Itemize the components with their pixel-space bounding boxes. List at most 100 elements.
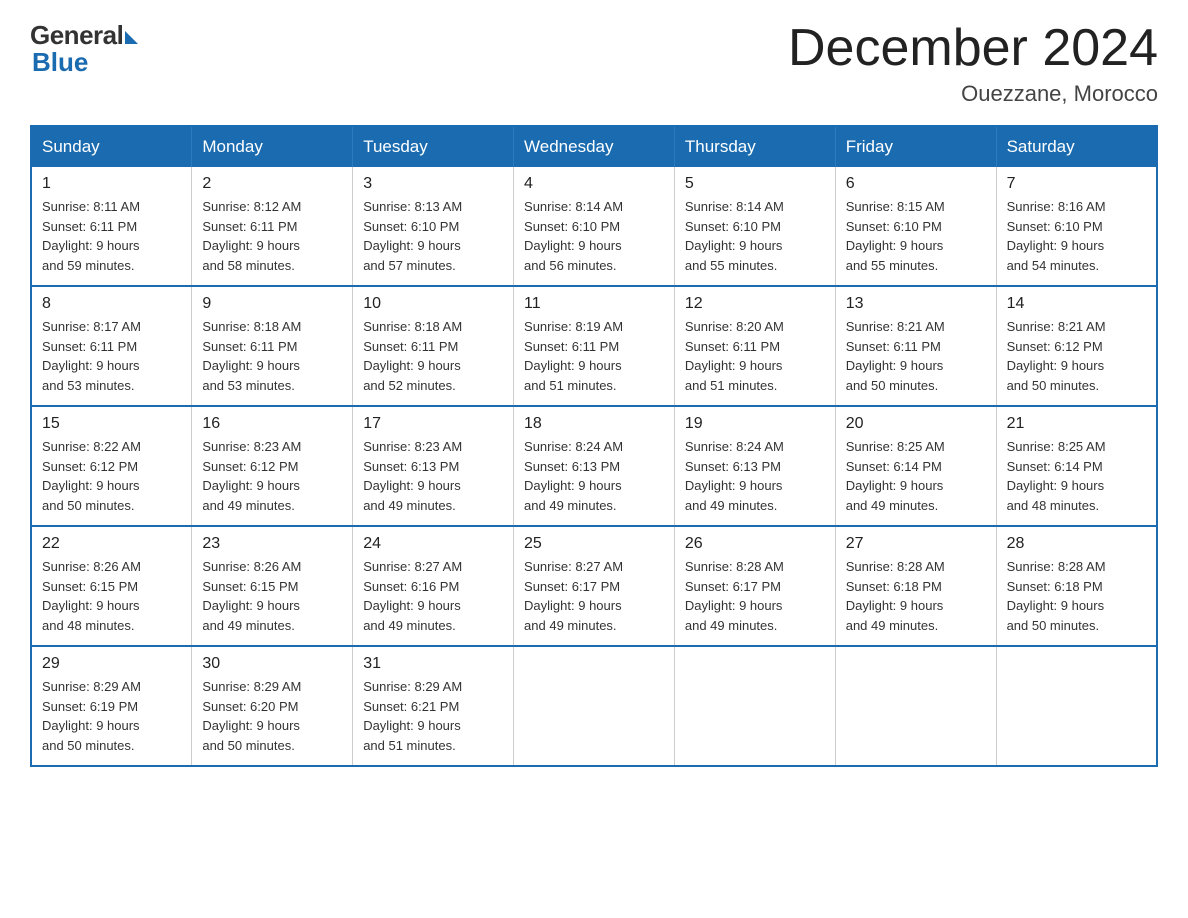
day-number: 14 [1007, 295, 1146, 313]
day-number: 4 [524, 175, 664, 193]
day-info: Sunrise: 8:24 AM Sunset: 6:13 PM Dayligh… [685, 437, 825, 515]
day-number: 18 [524, 415, 664, 433]
table-row: 13 Sunrise: 8:21 AM Sunset: 6:11 PM Dayl… [835, 286, 996, 406]
header-monday: Monday [192, 126, 353, 167]
header-tuesday: Tuesday [353, 126, 514, 167]
day-info: Sunrise: 8:18 AM Sunset: 6:11 PM Dayligh… [202, 317, 342, 395]
title-area: December 2024 Ouezzane, Morocco [788, 20, 1158, 107]
calendar-week-row: 29 Sunrise: 8:29 AM Sunset: 6:19 PM Dayl… [31, 646, 1157, 766]
day-info: Sunrise: 8:11 AM Sunset: 6:11 PM Dayligh… [42, 197, 181, 275]
table-row: 9 Sunrise: 8:18 AM Sunset: 6:11 PM Dayli… [192, 286, 353, 406]
day-number: 31 [363, 655, 503, 673]
day-number: 1 [42, 175, 181, 193]
day-info: Sunrise: 8:12 AM Sunset: 6:11 PM Dayligh… [202, 197, 342, 275]
day-number: 2 [202, 175, 342, 193]
day-number: 12 [685, 295, 825, 313]
table-row: 28 Sunrise: 8:28 AM Sunset: 6:18 PM Dayl… [996, 526, 1157, 646]
calendar-header-row: Sunday Monday Tuesday Wednesday Thursday… [31, 126, 1157, 167]
calendar-title: December 2024 [788, 20, 1158, 77]
day-number: 25 [524, 535, 664, 553]
day-number: 21 [1007, 415, 1146, 433]
table-row: 4 Sunrise: 8:14 AM Sunset: 6:10 PM Dayli… [514, 167, 675, 286]
table-row: 20 Sunrise: 8:25 AM Sunset: 6:14 PM Dayl… [835, 406, 996, 526]
day-info: Sunrise: 8:26 AM Sunset: 6:15 PM Dayligh… [42, 557, 181, 635]
table-row: 31 Sunrise: 8:29 AM Sunset: 6:21 PM Dayl… [353, 646, 514, 766]
day-number: 19 [685, 415, 825, 433]
table-row: 23 Sunrise: 8:26 AM Sunset: 6:15 PM Dayl… [192, 526, 353, 646]
table-row: 8 Sunrise: 8:17 AM Sunset: 6:11 PM Dayli… [31, 286, 192, 406]
day-number: 20 [846, 415, 986, 433]
day-info: Sunrise: 8:17 AM Sunset: 6:11 PM Dayligh… [42, 317, 181, 395]
calendar-week-row: 15 Sunrise: 8:22 AM Sunset: 6:12 PM Dayl… [31, 406, 1157, 526]
table-row: 24 Sunrise: 8:27 AM Sunset: 6:16 PM Dayl… [353, 526, 514, 646]
table-row: 29 Sunrise: 8:29 AM Sunset: 6:19 PM Dayl… [31, 646, 192, 766]
day-info: Sunrise: 8:20 AM Sunset: 6:11 PM Dayligh… [685, 317, 825, 395]
day-info: Sunrise: 8:19 AM Sunset: 6:11 PM Dayligh… [524, 317, 664, 395]
day-number: 9 [202, 295, 342, 313]
day-number: 29 [42, 655, 181, 673]
calendar-week-row: 22 Sunrise: 8:26 AM Sunset: 6:15 PM Dayl… [31, 526, 1157, 646]
day-number: 7 [1007, 175, 1146, 193]
table-row [996, 646, 1157, 766]
table-row: 22 Sunrise: 8:26 AM Sunset: 6:15 PM Dayl… [31, 526, 192, 646]
day-info: Sunrise: 8:21 AM Sunset: 6:12 PM Dayligh… [1007, 317, 1146, 395]
table-row: 19 Sunrise: 8:24 AM Sunset: 6:13 PM Dayl… [674, 406, 835, 526]
day-number: 8 [42, 295, 181, 313]
table-row: 3 Sunrise: 8:13 AM Sunset: 6:10 PM Dayli… [353, 167, 514, 286]
table-row: 11 Sunrise: 8:19 AM Sunset: 6:11 PM Dayl… [514, 286, 675, 406]
day-number: 23 [202, 535, 342, 553]
day-info: Sunrise: 8:28 AM Sunset: 6:18 PM Dayligh… [846, 557, 986, 635]
table-row: 18 Sunrise: 8:24 AM Sunset: 6:13 PM Dayl… [514, 406, 675, 526]
day-info: Sunrise: 8:29 AM Sunset: 6:19 PM Dayligh… [42, 677, 181, 755]
table-row: 21 Sunrise: 8:25 AM Sunset: 6:14 PM Dayl… [996, 406, 1157, 526]
day-number: 22 [42, 535, 181, 553]
table-row: 26 Sunrise: 8:28 AM Sunset: 6:17 PM Dayl… [674, 526, 835, 646]
day-info: Sunrise: 8:26 AM Sunset: 6:15 PM Dayligh… [202, 557, 342, 635]
day-info: Sunrise: 8:25 AM Sunset: 6:14 PM Dayligh… [846, 437, 986, 515]
day-number: 13 [846, 295, 986, 313]
day-info: Sunrise: 8:14 AM Sunset: 6:10 PM Dayligh… [685, 197, 825, 275]
day-info: Sunrise: 8:18 AM Sunset: 6:11 PM Dayligh… [363, 317, 503, 395]
calendar-location: Ouezzane, Morocco [788, 81, 1158, 107]
day-number: 30 [202, 655, 342, 673]
day-number: 3 [363, 175, 503, 193]
calendar-week-row: 1 Sunrise: 8:11 AM Sunset: 6:11 PM Dayli… [31, 167, 1157, 286]
table-row: 1 Sunrise: 8:11 AM Sunset: 6:11 PM Dayli… [31, 167, 192, 286]
day-number: 28 [1007, 535, 1146, 553]
table-row: 10 Sunrise: 8:18 AM Sunset: 6:11 PM Dayl… [353, 286, 514, 406]
table-row: 12 Sunrise: 8:20 AM Sunset: 6:11 PM Dayl… [674, 286, 835, 406]
header-saturday: Saturday [996, 126, 1157, 167]
day-info: Sunrise: 8:25 AM Sunset: 6:14 PM Dayligh… [1007, 437, 1146, 515]
header-thursday: Thursday [674, 126, 835, 167]
table-row: 6 Sunrise: 8:15 AM Sunset: 6:10 PM Dayli… [835, 167, 996, 286]
logo-blue-text: Blue [32, 47, 88, 78]
day-info: Sunrise: 8:13 AM Sunset: 6:10 PM Dayligh… [363, 197, 503, 275]
day-number: 10 [363, 295, 503, 313]
table-row: 25 Sunrise: 8:27 AM Sunset: 6:17 PM Dayl… [514, 526, 675, 646]
day-info: Sunrise: 8:27 AM Sunset: 6:17 PM Dayligh… [524, 557, 664, 635]
day-number: 5 [685, 175, 825, 193]
header-wednesday: Wednesday [514, 126, 675, 167]
day-info: Sunrise: 8:15 AM Sunset: 6:10 PM Dayligh… [846, 197, 986, 275]
table-row: 30 Sunrise: 8:29 AM Sunset: 6:20 PM Dayl… [192, 646, 353, 766]
table-row: 14 Sunrise: 8:21 AM Sunset: 6:12 PM Dayl… [996, 286, 1157, 406]
day-info: Sunrise: 8:23 AM Sunset: 6:12 PM Dayligh… [202, 437, 342, 515]
table-row: 15 Sunrise: 8:22 AM Sunset: 6:12 PM Dayl… [31, 406, 192, 526]
day-number: 11 [524, 295, 664, 313]
table-row: 17 Sunrise: 8:23 AM Sunset: 6:13 PM Dayl… [353, 406, 514, 526]
day-info: Sunrise: 8:21 AM Sunset: 6:11 PM Dayligh… [846, 317, 986, 395]
day-number: 15 [42, 415, 181, 433]
day-info: Sunrise: 8:27 AM Sunset: 6:16 PM Dayligh… [363, 557, 503, 635]
day-info: Sunrise: 8:29 AM Sunset: 6:20 PM Dayligh… [202, 677, 342, 755]
calendar-table: Sunday Monday Tuesday Wednesday Thursday… [30, 125, 1158, 767]
day-info: Sunrise: 8:23 AM Sunset: 6:13 PM Dayligh… [363, 437, 503, 515]
table-row: 27 Sunrise: 8:28 AM Sunset: 6:18 PM Dayl… [835, 526, 996, 646]
page-header: General Blue December 2024 Ouezzane, Mor… [30, 20, 1158, 107]
table-row [835, 646, 996, 766]
day-number: 24 [363, 535, 503, 553]
day-info: Sunrise: 8:29 AM Sunset: 6:21 PM Dayligh… [363, 677, 503, 755]
logo: General Blue [30, 20, 138, 78]
table-row: 16 Sunrise: 8:23 AM Sunset: 6:12 PM Dayl… [192, 406, 353, 526]
header-sunday: Sunday [31, 126, 192, 167]
day-number: 6 [846, 175, 986, 193]
